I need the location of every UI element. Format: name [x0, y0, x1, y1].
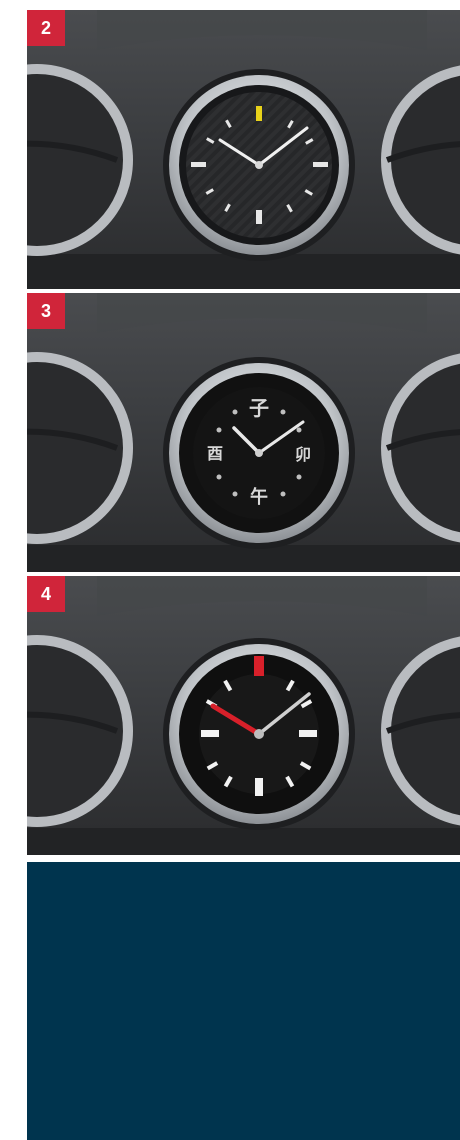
- dial-char-nine: 酉: [207, 444, 223, 463]
- dial-char-six: 午: [250, 486, 268, 508]
- panel-number-badge: 4: [27, 576, 65, 612]
- twelve-marker: [256, 106, 262, 121]
- analog-clock-sport: [163, 638, 355, 830]
- clock-panel-4: 4: [27, 576, 460, 855]
- clock-panel-2: 2: [27, 10, 460, 289]
- dashboard-photo: [27, 576, 460, 855]
- analog-clock-carbon: [163, 69, 355, 261]
- dial-char-twelve: 子: [249, 396, 269, 420]
- dashboard-photo: 子 卯 午 酉: [27, 293, 460, 572]
- blue-color-block: [27, 862, 460, 1140]
- dashboard-photo: [27, 10, 460, 289]
- analog-clock-kanji: 子 卯 午 酉: [163, 357, 355, 549]
- dial-char-three: 卯: [295, 445, 311, 464]
- panel-number-badge: 3: [27, 293, 65, 329]
- clock-panel-3: 3 子 卯 午 酉: [27, 293, 460, 572]
- panel-number-badge: 2: [27, 10, 65, 46]
- twelve-marker: [254, 656, 264, 676]
